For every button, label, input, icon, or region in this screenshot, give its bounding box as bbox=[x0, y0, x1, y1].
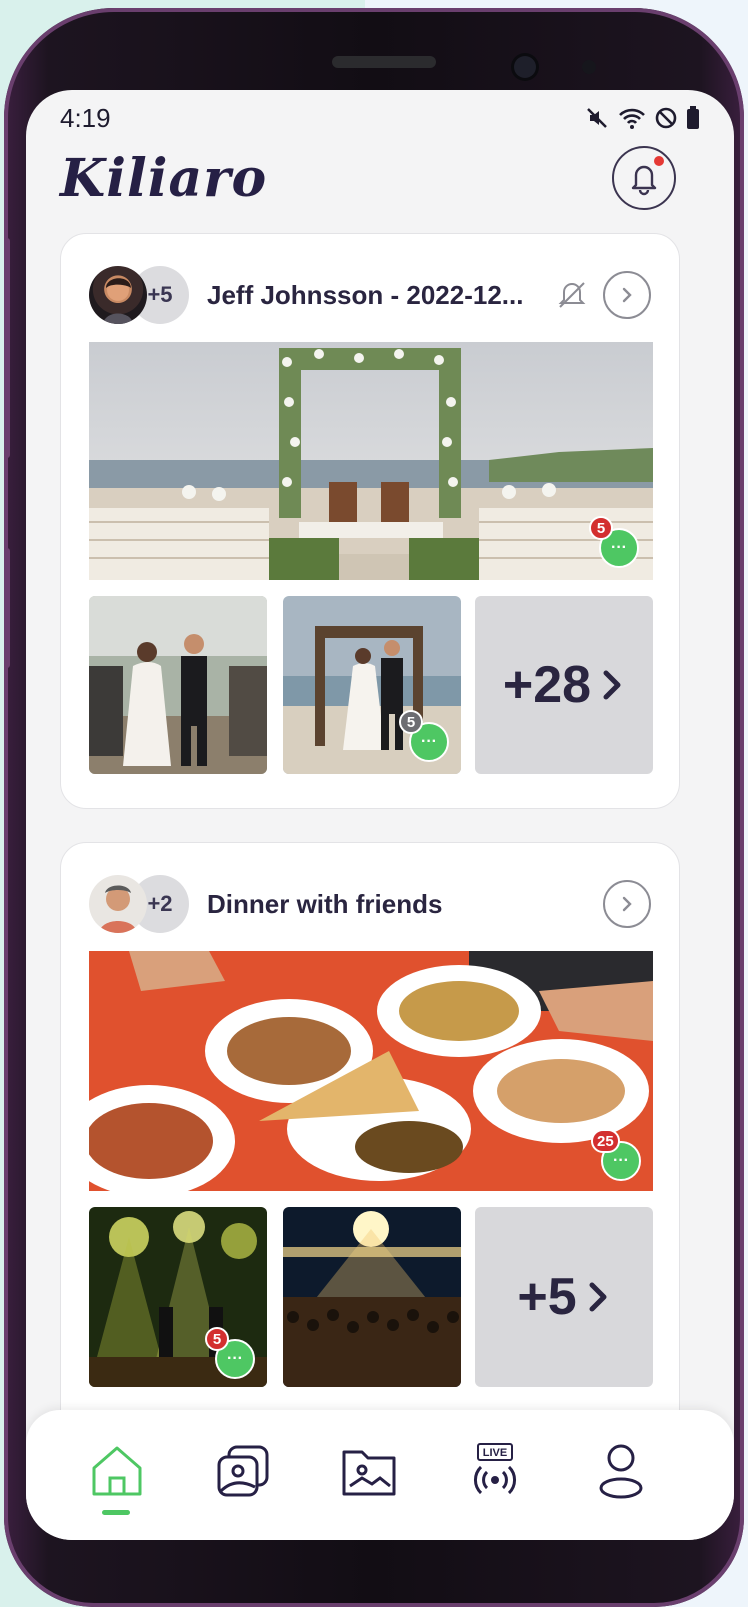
more-photos-count: +5 bbox=[517, 1268, 577, 1326]
avatar[interactable] bbox=[89, 875, 147, 933]
chevron-right-icon bbox=[603, 670, 621, 700]
view-more-photos-button[interactable]: +28 bbox=[475, 596, 653, 774]
more-photos-count: +28 bbox=[502, 656, 592, 714]
photo-comments-badge[interactable]: ··· 5 bbox=[205, 1327, 255, 1379]
app-screen: 4:19 Kiliaro +5 Jeff Johnsson - 2022-12.… bbox=[26, 90, 734, 1540]
chevron-right-icon bbox=[622, 287, 632, 303]
front-camera bbox=[514, 56, 536, 78]
comment-count: 5 bbox=[205, 1327, 229, 1351]
photo-comments-badge[interactable]: ··· 5 bbox=[399, 710, 449, 762]
muted-notifications-icon bbox=[558, 282, 586, 308]
avatar[interactable] bbox=[89, 266, 147, 324]
album-card[interactable]: +2 Dinner with friends ··· 25 ··· 5 +5 bbox=[60, 842, 680, 1462]
album-title[interactable]: Dinner with friends bbox=[207, 889, 603, 920]
view-more-photos-button[interactable]: +5 bbox=[475, 1207, 653, 1387]
home-icon bbox=[92, 1446, 142, 1496]
tab-albums[interactable] bbox=[334, 1436, 404, 1506]
open-album-button[interactable] bbox=[603, 271, 651, 319]
mute-status-icon bbox=[587, 108, 607, 128]
notification-dot bbox=[654, 156, 664, 166]
photos-icon bbox=[217, 1445, 269, 1497]
live-badge-text: LIVE bbox=[483, 1447, 507, 1459]
album-thumbnail[interactable]: ··· 5 bbox=[89, 1207, 267, 1387]
earpiece-speaker bbox=[332, 56, 436, 68]
tab-home[interactable] bbox=[82, 1436, 152, 1506]
status-bar: 4:19 bbox=[60, 100, 700, 136]
bottom-tab-bar: LIVE bbox=[26, 1410, 734, 1540]
active-tab-indicator bbox=[102, 1510, 130, 1515]
album-main-photo[interactable]: ··· 5 bbox=[89, 342, 653, 580]
album-thumbnail[interactable] bbox=[283, 1207, 461, 1387]
photo-comments-badge[interactable]: ··· 5 bbox=[589, 516, 639, 568]
album-thumbnail[interactable]: ··· 5 bbox=[283, 596, 461, 774]
album-thumbnail[interactable] bbox=[89, 596, 267, 774]
album-card[interactable]: +5 Jeff Johnsson - 2022-12... ··· 5 ··· … bbox=[60, 233, 680, 809]
status-icons bbox=[584, 105, 700, 131]
wifi-icon bbox=[619, 108, 645, 129]
comment-count: 5 bbox=[589, 516, 613, 540]
side-button bbox=[4, 238, 10, 458]
profile-icon bbox=[599, 1444, 643, 1499]
photo-comments-badge[interactable]: ··· 25 bbox=[591, 1129, 641, 1181]
tab-photos[interactable] bbox=[208, 1436, 278, 1506]
album-card-header: +5 Jeff Johnsson - 2022-12... bbox=[89, 264, 651, 326]
open-album-button[interactable] bbox=[603, 880, 651, 928]
chevron-right-icon bbox=[622, 896, 632, 912]
album-card-header: +2 Dinner with friends bbox=[89, 873, 651, 935]
live-icon: LIVE bbox=[474, 1443, 516, 1495]
side-button bbox=[4, 548, 10, 668]
status-time: 4:19 bbox=[60, 102, 111, 133]
tab-profile[interactable] bbox=[586, 1436, 656, 1506]
album-main-photo[interactable]: ··· 25 bbox=[89, 951, 653, 1191]
album-folder-icon bbox=[342, 1450, 396, 1496]
album-title[interactable]: Jeff Johnsson - 2022-12... bbox=[207, 280, 555, 311]
notifications-button[interactable] bbox=[612, 146, 676, 210]
app-logo: Kiliaro bbox=[60, 148, 268, 209]
proximity-sensor bbox=[582, 60, 596, 74]
chevron-right-icon bbox=[589, 1282, 607, 1312]
comment-count: 5 bbox=[399, 710, 423, 734]
battery-icon bbox=[687, 106, 699, 129]
do-not-disturb-icon bbox=[655, 107, 677, 129]
tab-live[interactable]: LIVE bbox=[460, 1436, 530, 1506]
comment-count: 25 bbox=[591, 1129, 620, 1153]
